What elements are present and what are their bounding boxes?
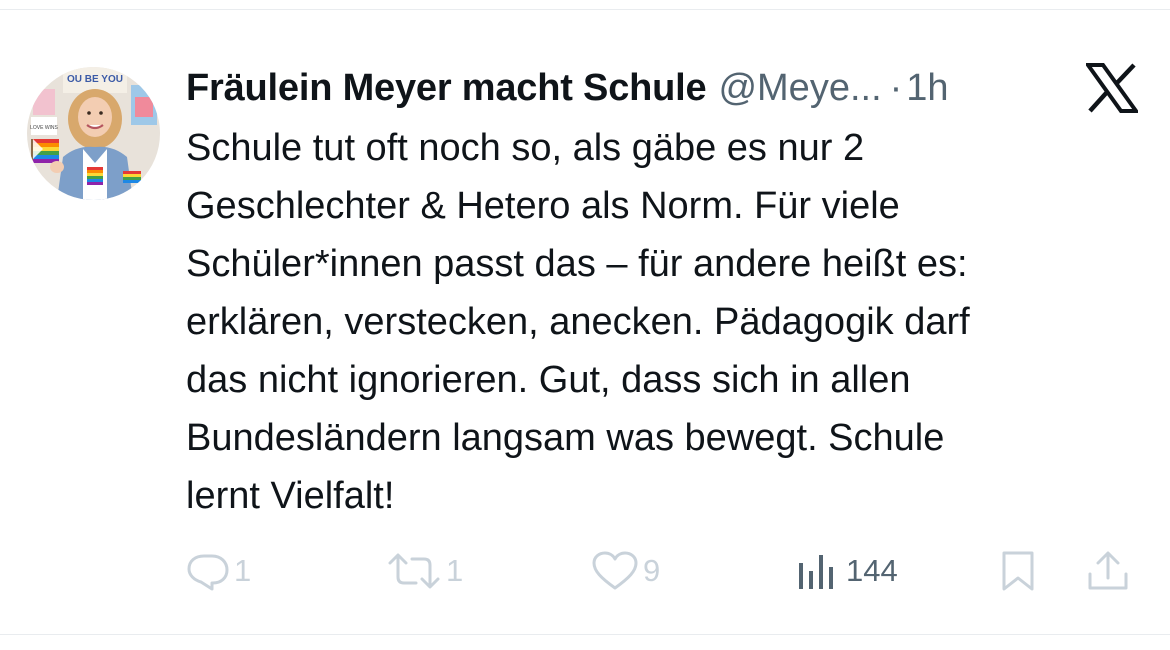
tweet-line: Schüler*innen passt das – für andere hei… (186, 243, 968, 285)
reply-button[interactable]: 1 (186, 546, 251, 596)
avatar-image: OU BE YOU LOVE WINS (27, 67, 160, 200)
bookmark-icon (1002, 551, 1034, 591)
tweet-line: Geschlechter & Hetero als Norm. Für viel… (186, 185, 900, 227)
svg-text:LOVE WINS: LOVE WINS (30, 125, 58, 131)
tweet-line: erklären, verstecken, anecken. Pädagogik… (186, 301, 970, 343)
share-button[interactable] (1086, 546, 1130, 596)
tweet-header: Fräulein Meyer macht Schule @Meye... · 1… (186, 62, 949, 114)
tweet-line: das nicht ignorieren. Gut, dass sich in … (186, 359, 911, 401)
reply-icon (187, 554, 229, 591)
tweet-text: Schule tut oft noch so, als gäbe es nur … (186, 119, 1146, 525)
display-name[interactable]: Fräulein Meyer macht Schule (186, 67, 707, 110)
views-button[interactable]: 144 (796, 546, 898, 596)
bottom-divider (0, 634, 1170, 635)
repost-icon (388, 553, 440, 589)
reply-count: 1 (234, 553, 252, 588)
views-count: 144 (846, 553, 898, 588)
like-button[interactable]: 9 (591, 546, 660, 596)
bookmark-button[interactable] (1000, 546, 1036, 596)
tweet-line: Bundesländern langsam was bewegt. Schule (186, 417, 945, 459)
svg-text:OU BE YOU: OU BE YOU (67, 74, 123, 85)
like-count: 9 (643, 553, 661, 588)
separator-dot: · (889, 66, 903, 109)
tweet-line: lernt Vielfalt! (186, 475, 395, 517)
timestamp[interactable]: 1h (906, 67, 948, 110)
user-handle[interactable]: @Meye... (718, 67, 881, 110)
action-bar: 1 1 9 144 (186, 546, 1146, 596)
tweet-line: Schule tut oft noch so, als gäbe es nur … (186, 127, 865, 169)
x-logo-icon[interactable] (1084, 63, 1140, 113)
repost-button[interactable]: 1 (386, 546, 463, 596)
share-icon (1088, 551, 1128, 590)
views-chart-icon (799, 555, 833, 589)
heart-icon (592, 551, 638, 590)
repost-count: 1 (446, 553, 464, 588)
avatar[interactable]: OU BE YOU LOVE WINS (27, 67, 160, 200)
top-divider (0, 9, 1170, 10)
